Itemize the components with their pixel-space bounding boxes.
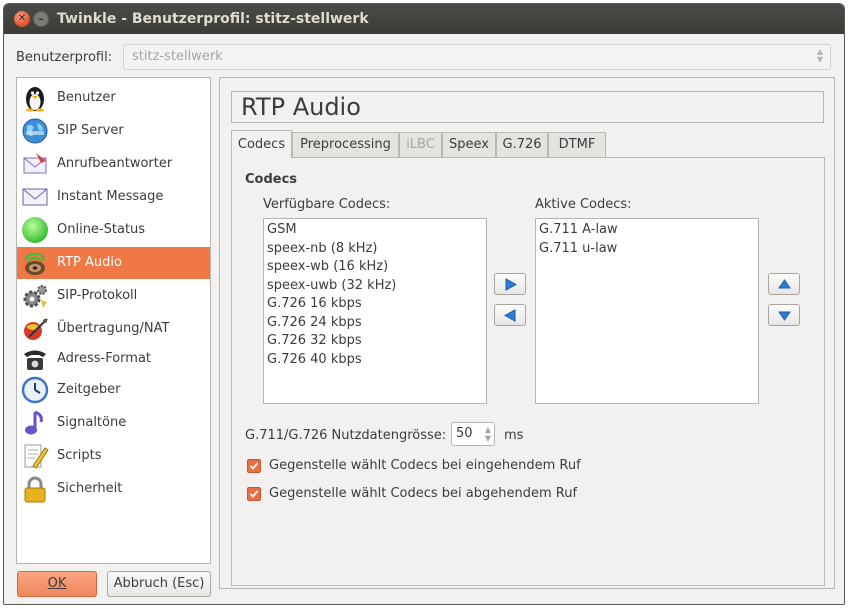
sidebar-item-label: Signaltöne xyxy=(57,415,127,430)
globe-server-icon xyxy=(22,118,48,144)
list-item[interactable]: speex-nb (8 kHz) xyxy=(264,240,486,259)
sidebar-item-instant-message[interactable]: Instant Message xyxy=(17,181,210,213)
profile-select[interactable]: stitz-stellwerk ▲ ▼ xyxy=(123,44,831,70)
close-window-button[interactable]: ✕ xyxy=(14,11,30,27)
sidebar-item-rtp-audio[interactable]: RTP Audio xyxy=(17,247,210,279)
list-item[interactable]: speex-wb (16 kHz) xyxy=(264,258,486,277)
list-item[interactable]: G.711 A-law xyxy=(536,221,758,240)
available-codecs-list[interactable]: GSM speex-nb (8 kHz) speex-wb (16 kHz) s… xyxy=(263,218,487,404)
move-codec-down-button[interactable] xyxy=(768,304,800,326)
payload-size-value: 50 xyxy=(456,426,473,441)
clock-icon xyxy=(21,376,49,404)
payload-size-label: G.711/G.726 Nutzdatengrösse: xyxy=(245,428,447,443)
sidebar-item-label: Übertragung/NAT xyxy=(57,321,170,336)
profile-select-value: stitz-stellwerk xyxy=(132,49,223,64)
list-item[interactable]: G.726 24 kbps xyxy=(264,314,486,333)
script-pencil-icon xyxy=(24,444,49,469)
active-codecs-label: Aktive Codecs: xyxy=(535,197,632,212)
sidebar-item-label: Scripts xyxy=(57,448,102,463)
available-codecs-label: Verfügbare Codecs: xyxy=(263,197,391,212)
sidebar-item-zeitgeber[interactable]: Zeitgeber xyxy=(17,374,210,406)
page-title: RTP Audio xyxy=(231,91,824,123)
sidebar-item-signaltoene[interactable]: Signaltöne xyxy=(17,407,210,439)
ok-button[interactable]: OK xyxy=(17,571,97,597)
arrow-down-icon xyxy=(778,311,791,321)
sidebar-item-scripts[interactable]: Scripts xyxy=(17,440,210,472)
checkmark-icon xyxy=(249,490,259,498)
penguin-user-icon xyxy=(26,87,44,112)
outgoing-call-codec-checkbox[interactable] xyxy=(247,487,261,501)
sidebar-item-label: SIP Server xyxy=(57,123,124,138)
preferences-window: ✕ – Twinkle - Benutzerprofil: stitz-stel… xyxy=(3,3,845,605)
telephone-icon xyxy=(24,350,46,370)
window-title: Twinkle - Benutzerprofil: stitz-stellwer… xyxy=(57,11,369,27)
incoming-call-codec-label[interactable]: Gegenstelle wählt Codecs bei eingehendem… xyxy=(269,458,581,473)
arrow-up-icon xyxy=(778,279,791,289)
tab-preprocessing[interactable]: Preprocessing xyxy=(292,132,399,157)
remove-codec-button[interactable] xyxy=(494,304,526,326)
category-sidebar: Benutzer SIP Server Anrufbeantworter Ins… xyxy=(16,77,211,564)
list-item[interactable]: G.726 40 kbps xyxy=(264,351,486,370)
sidebar-item-sip-server[interactable]: SIP Server xyxy=(17,115,210,147)
gear-protocol-icon xyxy=(23,285,47,308)
music-note-icon xyxy=(25,410,43,435)
sidebar-item-sip-protokoll[interactable]: SIP-Protokoll xyxy=(17,280,210,312)
tab-g726[interactable]: G.726 xyxy=(496,132,548,157)
sidebar-item-label: SIP-Protokoll xyxy=(57,288,138,303)
sidebar-item-anrufbeantworter[interactable]: Anrufbeantworter xyxy=(17,148,210,180)
sidebar-item-label: Zeitgeber xyxy=(57,382,121,397)
tab-codecs[interactable]: Codecs xyxy=(231,130,292,158)
add-codec-button[interactable] xyxy=(494,273,526,295)
sidebar-item-label: Online-Status xyxy=(57,222,146,237)
list-item[interactable]: GSM xyxy=(264,221,486,240)
checkmark-icon xyxy=(249,462,259,470)
list-item[interactable]: G.726 16 kbps xyxy=(264,295,486,314)
spinner-arrows-icon[interactable]: ▲ ▼ xyxy=(485,425,491,443)
cancel-button-label: Abbruch (Esc) xyxy=(113,576,205,591)
sidebar-item-adress-format[interactable]: Adress-Format xyxy=(17,343,210,375)
sidebar-item-label: Adress-Format xyxy=(57,351,152,366)
select-arrows-icon: ▲ ▼ xyxy=(816,47,823,64)
tab-ilbc: iLBC xyxy=(399,132,442,157)
title-bar[interactable]: ✕ – Twinkle - Benutzerprofil: stitz-stel… xyxy=(4,4,844,34)
padlock-icon xyxy=(24,476,46,503)
envelope-icon xyxy=(22,188,48,206)
green-status-icon xyxy=(22,217,48,243)
sidebar-item-label: Anrufbeantworter xyxy=(57,156,173,171)
tab-dtmf[interactable]: DTMF xyxy=(548,132,606,157)
ok-button-label: OK xyxy=(47,576,67,591)
sidebar-item-label: Sicherheit xyxy=(57,481,123,496)
sidebar-item-uebertragung-nat[interactable]: Übertragung/NAT xyxy=(17,313,210,345)
active-codecs-list[interactable]: G.711 A-law G.711 u-law xyxy=(535,218,759,404)
voicemail-envelope-icon xyxy=(23,153,47,174)
payload-size-unit: ms xyxy=(504,428,524,443)
tab-speex[interactable]: Speex xyxy=(442,132,496,157)
audio-speaker-icon xyxy=(24,252,46,275)
list-item[interactable]: speex-uwb (32 kHz) xyxy=(264,277,486,296)
sidebar-item-label: RTP Audio xyxy=(57,255,122,270)
sidebar-item-online-status[interactable]: Online-Status xyxy=(17,214,210,246)
sidebar-item-label: Instant Message xyxy=(57,189,164,204)
sidebar-item-benutzer[interactable]: Benutzer xyxy=(17,82,210,114)
codecs-section-heading: Codecs xyxy=(245,172,298,187)
profile-label: Benutzerprofil: xyxy=(16,50,113,65)
list-item[interactable]: G.726 32 kbps xyxy=(264,332,486,351)
sidebar-item-label: Benutzer xyxy=(57,90,116,105)
cancel-button[interactable]: Abbruch (Esc) xyxy=(107,571,211,597)
payload-size-spinner[interactable]: 50 ▲ ▼ xyxy=(451,422,495,446)
arrow-right-icon xyxy=(505,278,517,291)
minimize-window-button[interactable]: – xyxy=(33,11,49,27)
network-transfer-icon xyxy=(24,318,48,340)
arrow-left-icon xyxy=(504,309,516,322)
codecs-tab-panel: Codecs Verfügbare Codecs: GSM speex-nb (… xyxy=(231,157,825,586)
list-item[interactable]: G.711 u-law xyxy=(536,240,758,259)
incoming-call-codec-checkbox[interactable] xyxy=(247,459,261,473)
outgoing-call-codec-label[interactable]: Gegenstelle wählt Codecs bei abgehendem … xyxy=(269,486,577,501)
sidebar-item-sicherheit[interactable]: Sicherheit xyxy=(17,473,210,505)
settings-content-panel: RTP Audio Codecs Preprocessing iLBC Spee… xyxy=(219,77,835,589)
move-codec-up-button[interactable] xyxy=(768,273,800,295)
